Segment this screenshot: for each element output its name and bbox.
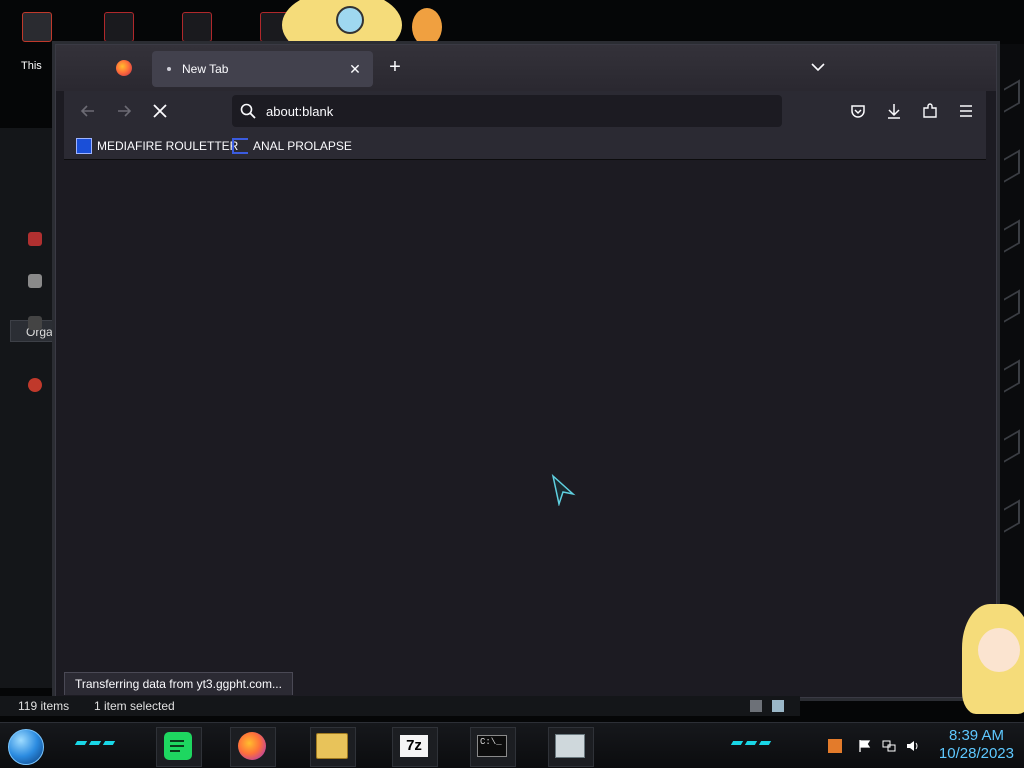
forward-button[interactable] (112, 99, 136, 123)
hamburger-menu-icon (960, 105, 972, 117)
puzzle-icon (923, 103, 937, 118)
cartoon-face (978, 628, 1020, 672)
bookmark-label: ANAL PROLAPSE (253, 139, 352, 153)
pocket-icon (851, 105, 865, 118)
7zip-icon[interactable]: 7z (397, 731, 431, 761)
page-content[interactable]: Transferring data from yt3.ggpht.com... (64, 160, 986, 695)
nav-item-icon[interactable] (28, 378, 42, 392)
spotify-icon[interactable] (161, 731, 195, 761)
explorer-window-background: Orga (0, 128, 63, 688)
taskbar: 7z C:\_ 8:39 AM 10/28/2023 (0, 722, 1024, 768)
details-view-icon[interactable] (750, 700, 762, 712)
close-tab-button[interactable]: ✕ (345, 59, 365, 79)
tab-title: New Tab (182, 62, 229, 76)
desktop-icon-label: This (21, 60, 42, 72)
arrow-right-icon (118, 105, 132, 117)
downloads-button[interactable] (882, 99, 906, 123)
mouse-cursor-icon (551, 474, 576, 506)
chevron-down-icon (811, 63, 825, 72)
flag-icon[interactable] (858, 739, 872, 753)
download-icon (888, 104, 900, 119)
start-button[interactable] (8, 729, 44, 765)
cartoon-sticker-small (412, 8, 442, 46)
tiles-view-icon[interactable] (772, 700, 784, 712)
nav-item-icon[interactable] (28, 274, 42, 288)
window-frame-decoration (994, 44, 1024, 694)
new-tab-button[interactable]: + (383, 55, 407, 79)
desktop-shortcut-icon[interactable] (104, 12, 134, 42)
item-count: 119 items (18, 699, 70, 713)
loading-dot-icon (167, 67, 171, 71)
cartoon-eye (336, 6, 364, 34)
terminal-icon[interactable]: C:\_ (475, 731, 509, 761)
clock-date: 10/28/2023 (938, 745, 1014, 762)
arrow-left-icon (80, 105, 94, 117)
bookmark-label: MEDIAFIRE ROULETTER (97, 139, 239, 153)
file-explorer-icon[interactable] (315, 731, 349, 761)
selection-count: 1 item selected (94, 699, 175, 713)
app-menu-button[interactable] (954, 99, 978, 123)
nav-item-icon[interactable] (28, 232, 42, 246)
bookmark-mediafire-rouletter[interactable]: MEDIAFIRE ROULETTER (76, 137, 238, 155)
bookmarks-toolbar: MEDIAFIRE ROULETTER ANAL PROLAPSE (64, 131, 986, 160)
url-text[interactable]: about:blank (266, 104, 333, 119)
clock-time: 8:39 AM (948, 727, 1004, 744)
bookmark-anal-prolapse[interactable]: ANAL PROLAPSE (232, 137, 352, 155)
volume-icon[interactable] (906, 739, 920, 753)
status-panel: Transferring data from yt3.ggpht.com... (64, 672, 293, 695)
navigation-toolbar: about:blank (64, 91, 986, 131)
system-clock[interactable]: 8:39 AM 10/28/2023 (939, 727, 1014, 763)
desktop: This Orga New Tab ✕ + about:blank MEDIAF… (0, 0, 1024, 768)
network-icon[interactable] (882, 739, 896, 753)
mediafire-icon (76, 138, 92, 154)
browser-window: New Tab ✕ + about:blank MEDIAFIRE ROULET… (55, 44, 997, 698)
explorer-status-bar: 119 items 1 item selected (0, 696, 800, 716)
desktop-computer-icon[interactable] (22, 12, 52, 42)
firefox-icon[interactable] (116, 60, 132, 76)
firefox-icon[interactable] (235, 731, 269, 761)
notification-icon[interactable] (828, 739, 842, 753)
extensions-button[interactable] (918, 99, 942, 123)
nav-item-icon[interactable] (28, 316, 42, 330)
stop-button[interactable] (148, 99, 172, 123)
desktop-shortcut-icon[interactable] (182, 12, 212, 42)
tab-new-tab[interactable]: New Tab ✕ (152, 51, 373, 87)
bracket-icon (232, 138, 248, 154)
url-bar[interactable]: about:blank (232, 95, 782, 127)
notepad-icon[interactable] (553, 731, 587, 761)
list-all-tabs-button[interactable] (808, 57, 828, 77)
search-icon (240, 103, 256, 119)
tab-strip: New Tab ✕ + (56, 45, 996, 91)
pocket-button[interactable] (846, 99, 870, 123)
back-button[interactable] (76, 99, 100, 123)
close-icon (153, 104, 167, 118)
